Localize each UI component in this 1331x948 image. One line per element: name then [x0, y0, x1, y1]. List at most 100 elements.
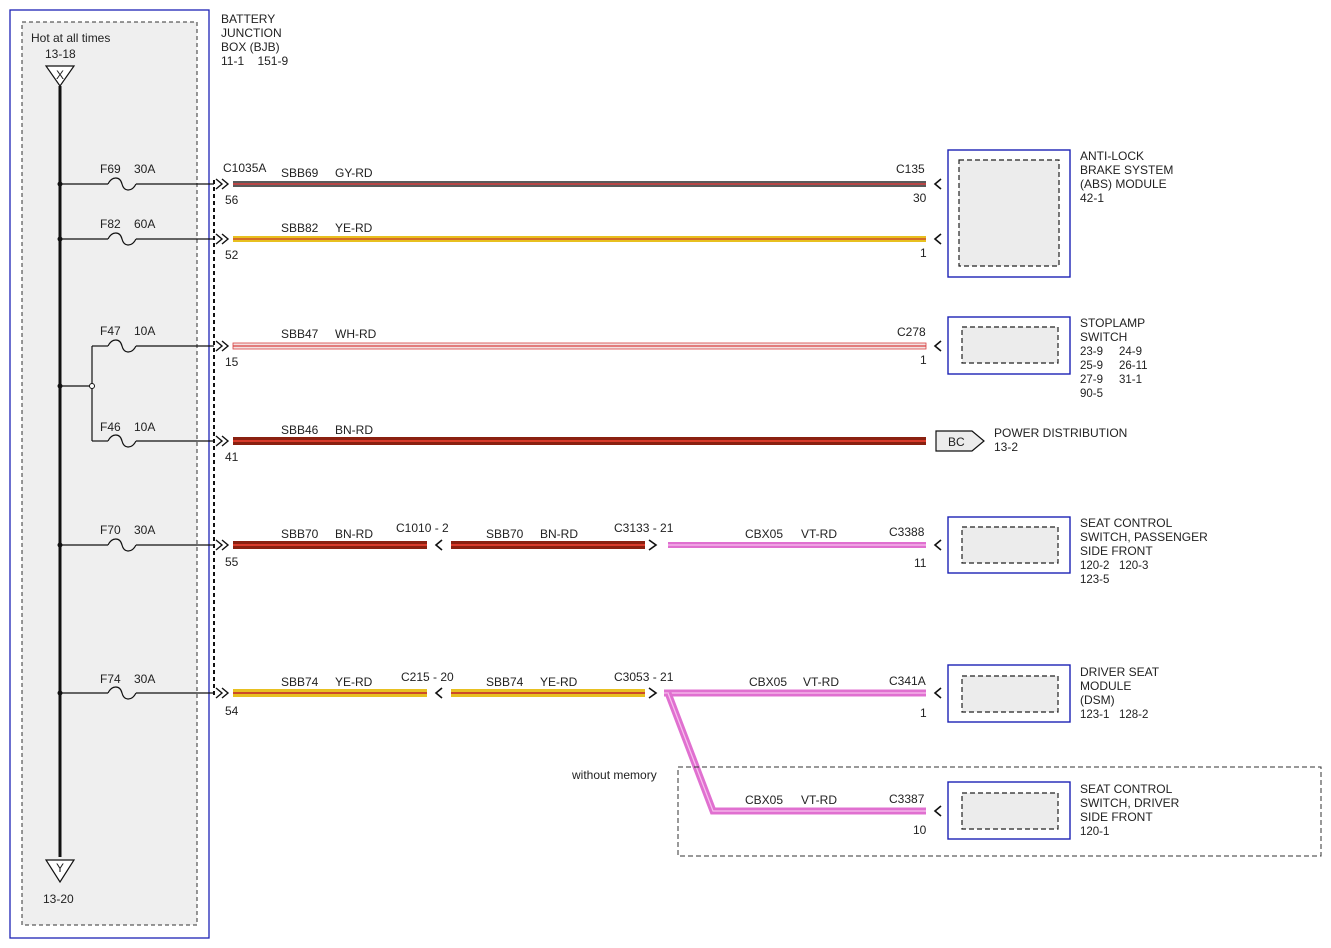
wire-label-sbb70: SBB70 — [281, 527, 319, 541]
fuse-f74-label: F74 — [100, 672, 121, 686]
bjb-pin-54: 54 — [225, 704, 239, 718]
fuse-f82-amps: 60A — [134, 217, 155, 231]
bjb-pin-41: 41 — [225, 450, 239, 464]
stoplamp-label-2: SWITCH — [1080, 330, 1127, 344]
wire-sbb82 — [233, 236, 926, 242]
power-distribution-label-1: POWER DISTRIBUTION — [994, 426, 1127, 440]
wire-sbb70-segment1 — [233, 541, 427, 549]
wire-color-cbx05-branch: VT-RD — [801, 793, 837, 807]
seat-drv-label-1: SEAT CONTROL — [1080, 782, 1173, 796]
wire-sbb74-segment1 — [233, 689, 427, 697]
wire-color-sbb47: WH-RD — [335, 327, 377, 341]
wire-label-cbx05-branch: CBX05 — [745, 793, 783, 807]
dest-connector-c135: C135 — [896, 162, 925, 176]
stoplamp-label-6: 90-5 — [1080, 388, 1103, 400]
abs-module — [947, 149, 1071, 278]
stoplamp-label-4: 25-9 26-11 — [1080, 360, 1148, 372]
wire-color-cbx05-dsm: VT-RD — [803, 675, 839, 689]
wire-label-sbb82: SBB82 — [281, 221, 319, 235]
seat-drv-label-3: SIDE FRONT — [1080, 810, 1153, 824]
wire-color-sbb70: BN-RD — [335, 527, 373, 541]
power-distribution-label-2: 13-2 — [994, 440, 1018, 454]
seat-pass-label-4: 120-2 120-3 — [1080, 560, 1148, 572]
bjb-title-line3: BOX (BJB) — [221, 40, 280, 54]
bjb-refs: 11-1 151-9 — [221, 54, 288, 68]
splice-dot-bus — [57, 383, 63, 389]
seat-pass-label-2: SWITCH, PASSENGER — [1080, 530, 1208, 544]
dsm-label-1: DRIVER SEAT — [1080, 665, 1160, 679]
stoplamp-label-1: STOPLAMP — [1080, 316, 1145, 330]
wire-cbx05-branch — [664, 691, 926, 815]
fuse-f82-label: F82 — [100, 217, 121, 231]
wire-sbb70-segment2 — [451, 541, 645, 549]
fuse-f47-label: F47 — [100, 324, 121, 338]
seat-drv-label-2: SWITCH, DRIVER — [1080, 796, 1180, 810]
dest-pin-stoplamp-1: 1 — [920, 353, 927, 367]
wire-label-cbx05-dsm: CBX05 — [749, 675, 787, 689]
wire-color-sbb82: YE-RD — [335, 221, 373, 235]
dsm-label-4: 123-1 128-2 — [1080, 709, 1148, 721]
wire-label-sbb74: SBB74 — [281, 675, 319, 689]
stoplamp-label-5: 27-9 31-1 — [1080, 374, 1142, 386]
abs-label-4: 42-1 — [1080, 191, 1104, 205]
wiring-diagram: Hot at all times 13-18 X Y 13-20 BATTERY… — [9, 9, 1322, 939]
wire-color-sbb74: YE-RD — [335, 675, 373, 689]
wire-sbb69 — [233, 181, 926, 187]
seat-pass-label-3: SIDE FRONT — [1080, 544, 1153, 558]
bjb-title-line2: JUNCTION — [221, 26, 282, 40]
dest-connector-c3388: C3388 — [889, 525, 925, 539]
wire-sbb46 — [233, 437, 926, 445]
fuse-f69-label: F69 — [100, 162, 121, 176]
hot-at-all-times-label: Hot at all times — [31, 31, 110, 45]
dest-pin-10: 10 — [913, 823, 927, 837]
fuse-f74-amps: 30A — [134, 672, 155, 686]
dsm-label-2: MODULE — [1080, 679, 1131, 693]
seat-pass-label-5: 123-5 — [1080, 574, 1109, 586]
inline-connector-c3053: C3053 - 21 — [614, 670, 674, 684]
stoplamp-switch — [947, 316, 1071, 375]
dest-connector-c341a: C341A — [889, 674, 926, 688]
dest-pin-11: 11 — [914, 556, 927, 570]
inline-connector-c215: C215 - 20 — [401, 670, 454, 684]
inline-connector-c1010: C1010 - 2 — [396, 521, 449, 535]
bjb-title-line1: BATTERY — [221, 12, 275, 26]
wire-label-sbb46: SBB46 — [281, 423, 319, 437]
bjb-pin-55: 55 — [225, 555, 239, 569]
seat-control-switch-driver — [947, 781, 1071, 840]
inline-connector-c3133: C3133 - 21 — [614, 521, 674, 535]
dsm-label-3: (DSM) — [1080, 693, 1115, 707]
dest-connector-c3387: C3387 — [889, 792, 925, 806]
without-memory-label: without memory — [571, 768, 657, 782]
dest-pin-dsm-1: 1 — [920, 706, 927, 720]
power-distribution-tag-text: BC — [948, 435, 965, 449]
seat-control-switch-passenger — [947, 516, 1071, 574]
wire-label-sbb47: SBB47 — [281, 327, 319, 341]
wire-label-sbb74-2: SBB74 — [486, 675, 524, 689]
seat-drv-label-4: 120-1 — [1080, 826, 1109, 838]
abs-label-2: BRAKE SYSTEM — [1080, 163, 1173, 177]
wire-color-sbb74-2: YE-RD — [540, 675, 578, 689]
fuse-f70-amps: 30A — [134, 523, 155, 537]
driver-seat-module — [947, 664, 1071, 723]
wire-label-sbb69: SBB69 — [281, 166, 319, 180]
seat-pass-label-1: SEAT CONTROL — [1080, 516, 1173, 530]
fuse-f69-amps: 30A — [134, 162, 155, 176]
module-connector-chevrons — [933, 178, 942, 817]
wire-color-sbb46: BN-RD — [335, 423, 373, 437]
wire-label-sbb70-2: SBB70 — [486, 527, 524, 541]
wire-cbx05-pass — [668, 542, 926, 548]
wire-color-cbx05-pass: VT-RD — [801, 527, 837, 541]
fuse-f47-amps: 10A — [134, 324, 155, 338]
bottom-ref: 13-20 — [43, 892, 74, 906]
wire-color-sbb70-2: BN-RD — [540, 527, 578, 541]
fuse-f46-amps: 10A — [134, 420, 155, 434]
bjb-pin-15: 15 — [225, 355, 239, 369]
top-connector-letter: X — [56, 68, 64, 82]
stoplamp-label-3: 23-9 24-9 — [1080, 346, 1142, 358]
bjb-pin-52: 52 — [225, 248, 239, 262]
fuse-f46-label: F46 — [100, 420, 121, 434]
bjb-inner-dashed-box — [21, 21, 198, 926]
dest-pin-30: 30 — [913, 191, 927, 205]
bottom-connector-letter: Y — [56, 861, 64, 875]
dest-pin-abs-1: 1 — [920, 246, 927, 260]
